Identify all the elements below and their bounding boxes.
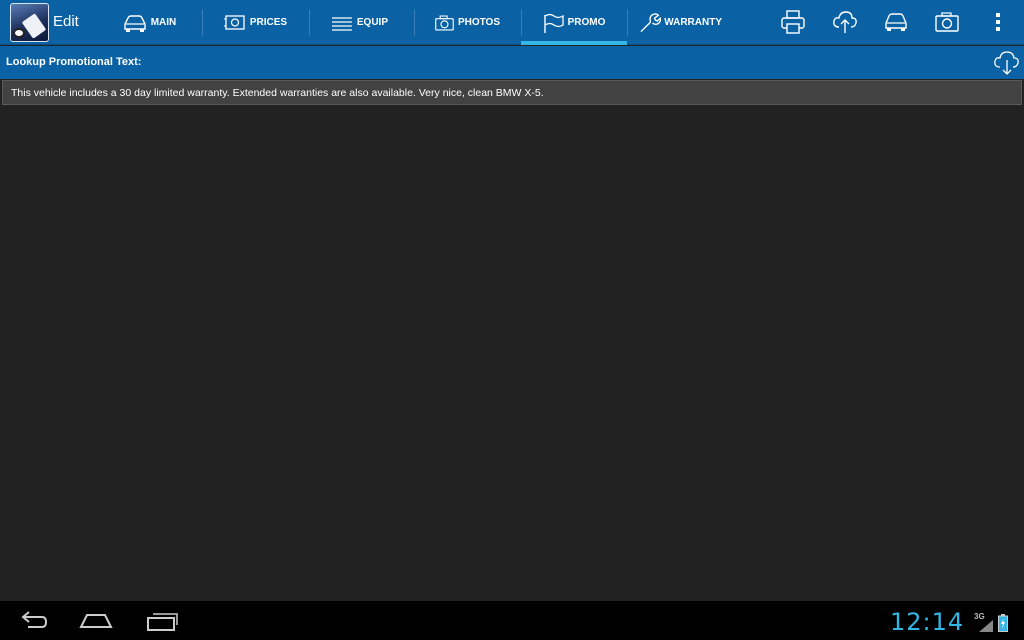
app-title: Edit	[53, 13, 79, 30]
status-clock: 12:14	[890, 608, 965, 636]
car-icon[interactable]	[882, 8, 910, 36]
app-logo-icon[interactable]	[10, 3, 49, 42]
tab-divider	[521, 10, 522, 36]
cloud-upload-icon[interactable]	[831, 8, 859, 36]
tab-promo-label: PROMO	[567, 17, 606, 28]
tab-promo[interactable]: PROMO	[540, 0, 606, 45]
camera-icon	[435, 14, 454, 31]
tab-photos-label: PHOTOS	[457, 17, 500, 28]
list-icon	[331, 16, 352, 31]
flag-icon	[543, 13, 564, 33]
tab-main-label: MAIN	[150, 17, 177, 28]
car-icon	[124, 14, 146, 32]
promo-lookup-header: Lookup Promotional Text:	[0, 46, 1024, 79]
tab-selected-indicator	[521, 41, 627, 45]
tab-divider	[309, 10, 310, 36]
lookup-promotional-text-label: Lookup Promotional Text:	[6, 56, 142, 68]
tab-main[interactable]: MAIN	[119, 0, 179, 45]
tab-prices[interactable]: PRICES	[222, 0, 288, 45]
price-tag-icon	[223, 14, 245, 30]
cloud-download-icon[interactable]	[993, 50, 1021, 76]
home-icon[interactable]	[78, 609, 114, 633]
overflow-menu-icon[interactable]	[984, 8, 1012, 36]
system-navigation-bar: 12:14 3G	[0, 601, 1024, 640]
camera-icon[interactable]	[933, 8, 961, 36]
recent-apps-icon[interactable]	[145, 609, 179, 633]
tab-divider	[627, 10, 628, 36]
signal-icon	[979, 619, 993, 637]
battery-icon	[998, 614, 1008, 637]
promo-text-value: This vehicle includes a 30 day limited w…	[11, 87, 544, 99]
tab-divider	[202, 10, 203, 36]
back-icon[interactable]	[16, 609, 48, 633]
promo-text-field[interactable]: This vehicle includes a 30 day limited w…	[2, 80, 1022, 105]
tab-equip[interactable]: EQUIP	[330, 0, 388, 45]
tab-equip-label: EQUIP	[356, 17, 388, 28]
tab-divider	[414, 10, 415, 36]
tab-prices-label: PRICES	[249, 17, 288, 28]
tab-warranty[interactable]: WARRANTY	[638, 0, 722, 45]
tab-photos[interactable]: PHOTOS	[434, 0, 500, 45]
tab-warranty-label: WARRANTY	[664, 17, 722, 28]
action-bar: Edit MAIN PRICES EQUIP PHOTOS PROMO WARR…	[0, 0, 1024, 45]
print-icon[interactable]	[779, 8, 807, 36]
wrench-icon	[640, 12, 662, 32]
